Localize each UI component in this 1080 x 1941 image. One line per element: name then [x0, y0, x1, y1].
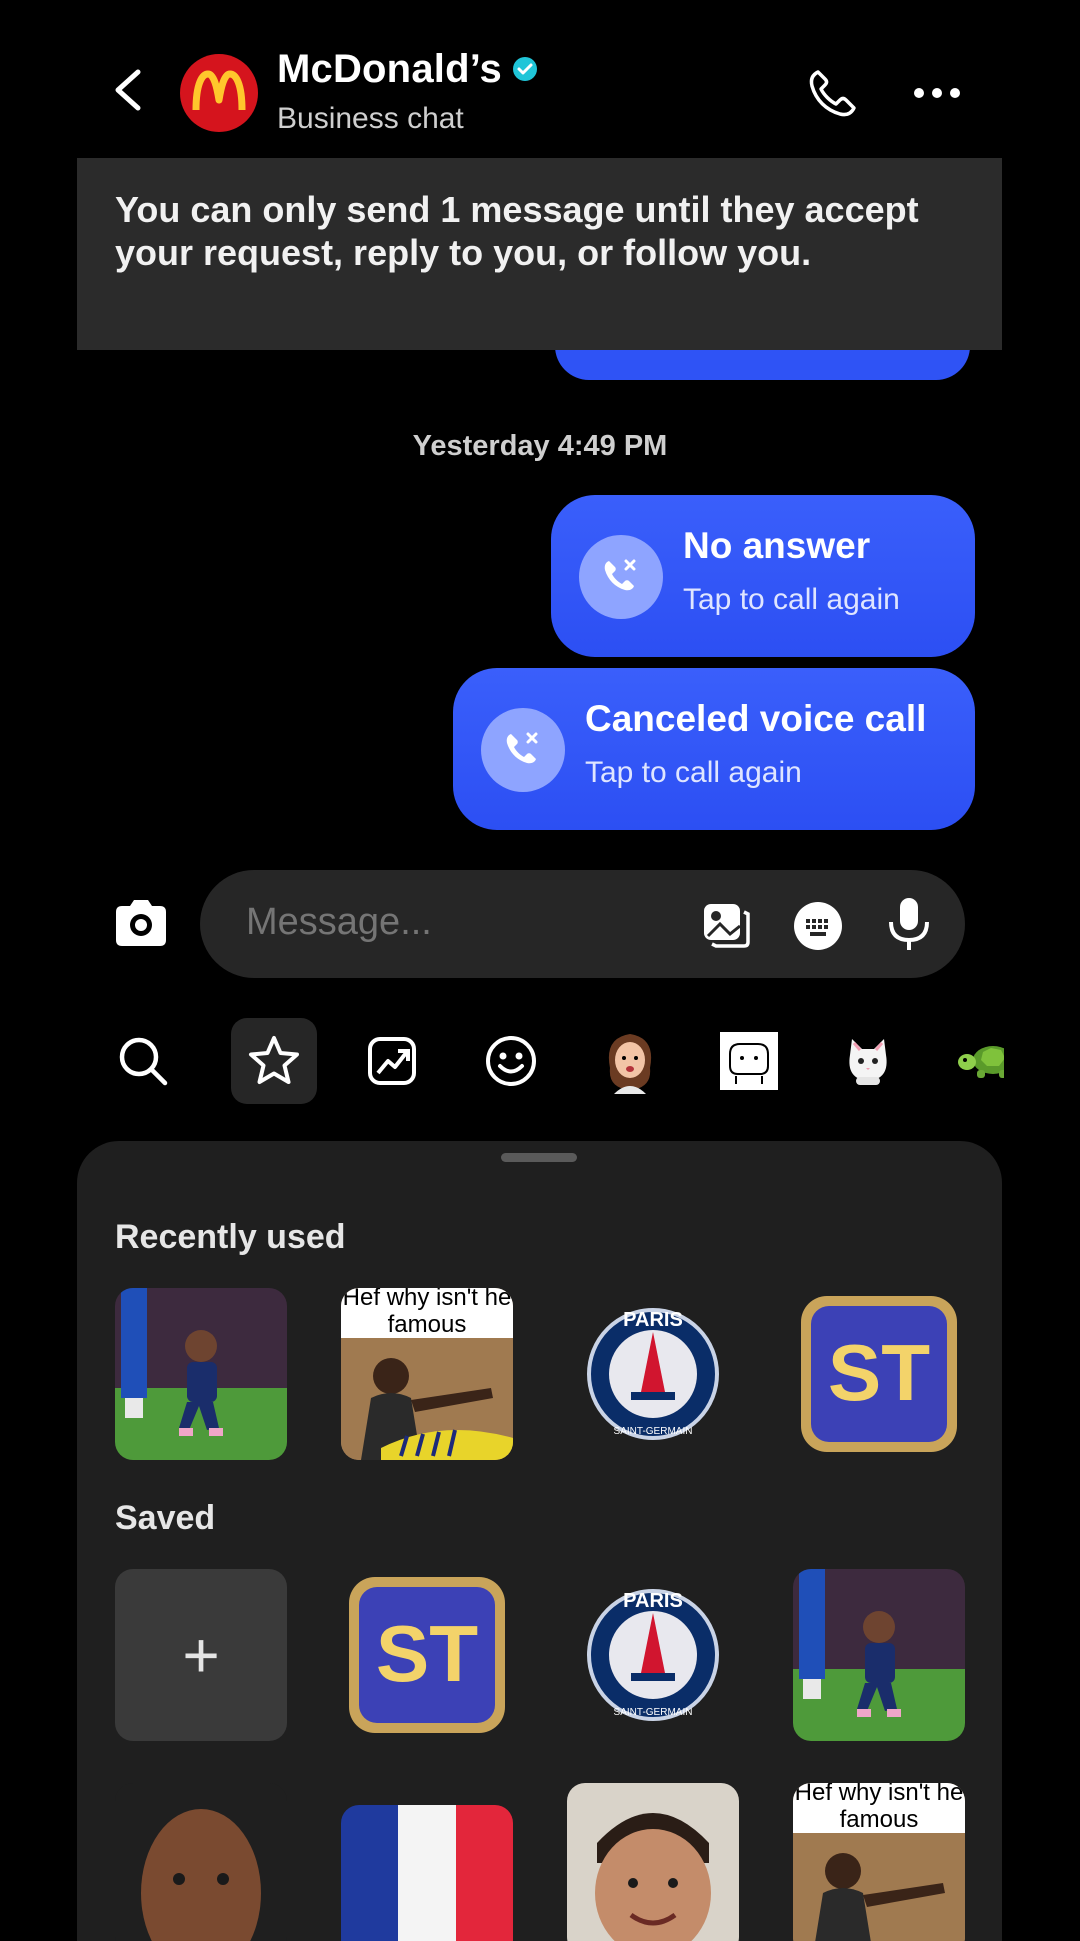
psg-bottom-text: SAINT-GERMAIN: [614, 1707, 693, 1718]
psg-crest-icon: PARIS SAINT-GERMAIN: [587, 1308, 719, 1440]
chat-title: McDonald’s: [277, 46, 502, 91]
timestamp: Yesterday 4:49 PM: [412, 430, 668, 462]
sticker-face[interactable]: [115, 1783, 287, 1941]
canceled-call-bubble[interactable]: Canceled voice call Tap to call again: [453, 668, 975, 830]
more-options-button[interactable]: [912, 78, 962, 108]
meme-caption: Hef why isn't he famous: [793, 1783, 965, 1833]
emoji-icon: [486, 1036, 536, 1086]
tab-emoji[interactable]: [468, 1018, 554, 1104]
sticker-pack-icon: [720, 1032, 778, 1090]
sticker-france-flag[interactable]: [341, 1805, 513, 1941]
selfie-sticker-image: [567, 1783, 739, 1941]
st-badge-text: ST: [376, 1609, 478, 1698]
chat-subtitle: Business chat: [277, 102, 464, 135]
call-again-label: Tap to call again: [683, 583, 900, 616]
sticker-player-celebration[interactable]: [115, 1288, 287, 1460]
sticker-psg-crest[interactable]: PARIS SAINT-GERMAIN: [567, 1569, 739, 1741]
sticker-meme[interactable]: Hef why isn't he famous: [341, 1288, 513, 1460]
chevron-left-icon: [115, 69, 141, 111]
tab-turtle-stickers[interactable]: [944, 1018, 1004, 1104]
recently-used-title: Recently used: [115, 1218, 346, 1256]
sticker-selfie[interactable]: [567, 1783, 739, 1941]
message-limit-banner: You can only send 1 message until they a…: [77, 158, 1002, 350]
tab-cat-stickers[interactable]: [825, 1018, 911, 1104]
sticker-keyboard-button[interactable]: [792, 900, 844, 952]
psg-crest-icon: PARIS SAINT-GERMAIN: [587, 1589, 719, 1721]
title-row[interactable]: McDonald’s: [277, 44, 538, 94]
call-status-title: Canceled voice call: [585, 698, 927, 739]
saved-title: Saved: [115, 1499, 216, 1537]
star-icon: [249, 1036, 299, 1084]
search-icon: [119, 1037, 168, 1086]
call-again-label: Tap to call again: [585, 756, 802, 789]
psg-top-text: PARIS: [623, 1590, 683, 1612]
call-status-title: No answer: [683, 525, 871, 566]
st-badge-icon: ST: [801, 1296, 957, 1452]
voice-message-button[interactable]: [886, 896, 932, 952]
plus-icon: +: [182, 1619, 220, 1691]
missed-call-icon: [481, 708, 565, 792]
message-input[interactable]: [244, 900, 668, 945]
psg-top-text: PARIS: [623, 1309, 683, 1331]
sticker-category-tabs: [100, 1018, 1004, 1104]
sticker-player-celebration[interactable]: [793, 1569, 965, 1741]
sticker-st-badge[interactable]: ST: [341, 1569, 513, 1741]
tab-avatar-stickers[interactable]: [587, 1018, 673, 1104]
message-composer[interactable]: [200, 870, 965, 978]
sticker-meme[interactable]: Hef why isn't he famous: [793, 1783, 965, 1941]
gallery-button[interactable]: [700, 898, 752, 950]
more-dots-icon: [914, 88, 960, 98]
microphone-icon: [889, 898, 929, 950]
avatar[interactable]: [180, 54, 258, 132]
player-sticker-image: [793, 1569, 965, 1741]
verified-badge-icon: [513, 57, 537, 81]
tab-sticker-pack[interactable]: [706, 1018, 792, 1104]
psg-bottom-text: SAINT-GERMAIN: [614, 1426, 693, 1437]
meme-caption: Hef why isn't he famous: [341, 1288, 513, 1338]
cat-sticker-icon: [849, 1039, 887, 1085]
camera-icon: [116, 900, 166, 946]
avatar-sticker-icon: [608, 1034, 652, 1094]
gallery-icon: [704, 904, 750, 948]
mcdonalds-logo: [192, 70, 246, 111]
tab-favorites[interactable]: [231, 1018, 317, 1104]
add-sticker-button[interactable]: +: [115, 1569, 287, 1741]
sticker-psg-crest[interactable]: PARIS SAINT-GERMAIN: [567, 1288, 739, 1460]
tab-search[interactable]: [100, 1018, 186, 1104]
missed-call-bubble[interactable]: No answer Tap to call again: [551, 495, 975, 657]
st-badge-icon: ST: [349, 1577, 505, 1733]
face-sticker-image: [115, 1783, 287, 1941]
camera-button[interactable]: [112, 896, 170, 950]
player-sticker-image: [115, 1288, 287, 1460]
voice-call-button[interactable]: [804, 66, 860, 120]
france-flag-icon: [341, 1805, 513, 1941]
keyboard-icon: [794, 902, 842, 950]
sheet-handle[interactable]: [501, 1153, 577, 1162]
turtle-sticker-icon: [958, 1046, 1004, 1078]
phone-icon: [809, 70, 856, 117]
tab-trending[interactable]: [349, 1018, 435, 1104]
st-badge-text: ST: [828, 1328, 930, 1417]
missed-call-icon: [579, 535, 663, 619]
back-button[interactable]: [108, 66, 148, 114]
trending-icon: [368, 1037, 416, 1085]
sticker-st-badge[interactable]: ST: [793, 1288, 965, 1460]
sticker-sheet: Recently used Hef why isn't he famous PA…: [77, 1141, 1002, 1941]
